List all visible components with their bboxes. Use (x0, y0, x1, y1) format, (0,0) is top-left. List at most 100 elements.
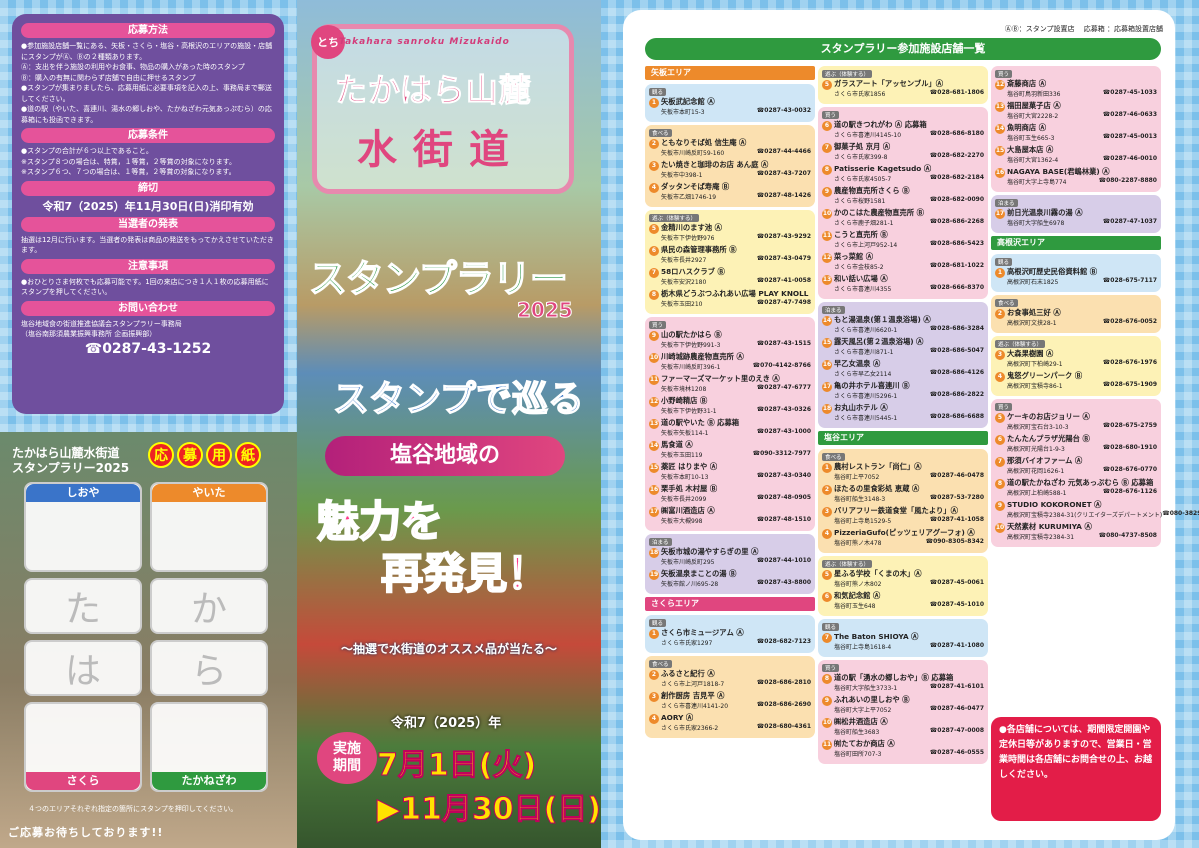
deadline-text: 令和7（2025）年11月30日(日)消印有効 (42, 199, 254, 213)
store-address-row: 矢板市長井2927 ☎0287-43-0479 (661, 255, 811, 264)
store-name: 高根沢町歴史民俗資料館 Ⓑ (1007, 267, 1098, 276)
store-entry: 6 県民の森管理事務所 Ⓑ 矢板市長井2927 ☎0287-43-0479 (649, 245, 811, 264)
store-address-row: 塩谷町上平7052 ☎0287-46-0478 (834, 472, 984, 481)
store-number: 8 (822, 674, 832, 684)
category-label: 食べる (649, 660, 672, 668)
store-phone: ☎028-686-4126 (929, 369, 984, 376)
store-entry: 14 もと湯温泉(第１温泉浴場) Ⓐ さくら市喜連川6620-1 ☎028-686-3… (822, 315, 984, 334)
category-group: 買う 8 道の駅「湧水の郷しおや」Ⓑ 応募箱 塩谷町大字船生3733-1 ☎0287-4… (818, 660, 988, 764)
store-address: 矢板市川崎反町295 (661, 559, 715, 566)
store-number: 10 (649, 353, 659, 363)
store-entry: 4 AORY Ⓐ さくら市氏家2366-2 ☎028-680-4361 (649, 713, 811, 732)
store-address: 高根沢町石末1825 (1007, 279, 1059, 286)
store-number: 15 (822, 338, 832, 348)
store-phone: ☎028-681-1806 (929, 89, 984, 96)
store-address: 塩谷町船生3148-3 (834, 496, 886, 503)
store-address: 矢板市中398-1 (661, 172, 703, 179)
store-name: バリアフリー鉄道食堂「風たより」Ⓐ (834, 506, 958, 515)
store-entry: 17 ㈱富川酒造店 Ⓐ 矢板市大槻998 ☎0287-48-1510 (649, 506, 811, 525)
store-name: 58ロハスクラブ Ⓑ (661, 267, 725, 276)
store-address: 塩谷町玉生648 (834, 603, 876, 610)
store-entry: 13 道の駅やいた Ⓑ 応募箱 矢板市矢板114-1 ☎0287-43-1000 (649, 418, 811, 437)
store-address-row: 矢板市大槻998 ☎0287-48-1510 (661, 516, 811, 525)
store-phone: ☎0287-46-0555 (929, 749, 984, 756)
store-phone: ☎028-681-1022 (929, 262, 984, 269)
store-address-row: さくら市氏家1297 ☎028-682-7123 (661, 638, 811, 647)
store-number: 6 (649, 246, 659, 256)
store-entry: 18 矢板市城の湯やすらぎの里 Ⓐ 矢板市川崎反町295 ☎0287-44-1010 (649, 547, 811, 566)
store-address: 矢板市本町10-13 (661, 474, 709, 481)
category-group: 食べる 2 ともなりそば処 信生庵 Ⓐ 矢板市川崎反町59-160 ☎0287-44-4… (645, 125, 815, 207)
store-entry: 1 農村レストラン「尚仁」Ⓐ 塩谷町上平7052 ☎0287-46-0478 (822, 462, 984, 481)
store-name: 天然素材 KURUMIYA Ⓐ (1007, 522, 1092, 531)
store-address: 矢板市下伊佐野976 (661, 235, 715, 242)
store-number: 2 (995, 309, 1005, 319)
info-text: 抽選は12月に行います。当選者の発表は商品の発送をもってかえさせていただきます。 (21, 235, 274, 255)
store-address-row: 高根沢町宝積寺86-1 ☎028-675-1909 (1007, 381, 1157, 390)
store-entry: 17 前日光温泉川霧の湯 Ⓐ 塩谷町大字船生6978 ☎0287-47-1037 (995, 208, 1157, 227)
store-name: 道の駅やいた Ⓑ 応募箱 (661, 418, 740, 427)
form-note: ４つのエリアそれぞれ指定の箇所にスタンプを押印してください。 (28, 805, 238, 813)
category-group: 遊ぶ（体験する） 5 金精川のます池 Ⓐ 矢板市下伊佐野976 ☎0287-43-929… (645, 210, 815, 314)
store-number: 2 (822, 485, 832, 495)
store-phone: ☎0287-48-1426 (756, 192, 811, 199)
form-title: たかはら山麓水街道 スタンプラリー2025 (12, 446, 130, 475)
store-address: さくら市喜連川5296-1 (834, 393, 898, 400)
category-group: 買う 12 斎藤商店 Ⓐ 塩谷町鳥羽新田336 ☎0287-45-1033 13 福田屋菓子… (991, 66, 1161, 192)
store-address-row: 矢板市中398-1 ☎0287-43-7207 (661, 170, 811, 179)
store-address: 高根沢町宝積寺2384-31(クリエイターズデパートメント) (1007, 512, 1163, 519)
store-address-row: 矢板市矢板114-1 ☎0287-43-1000 (661, 428, 811, 437)
store-address-row: さくら市喜連川4355 ☎028-666-8370 (834, 284, 984, 293)
headline-line2: 再発見！ (380, 548, 550, 599)
area-heading: 高根沢エリア (991, 236, 1161, 250)
store-address: さくら市喜連川6620-1 (834, 327, 898, 334)
store-entry: 2 ともなりそば処 信生庵 Ⓐ 矢板市川崎反町59-160 ☎0287-44-4466 (649, 138, 811, 157)
category-group: 遊ぶ（体験する） 3 大森果樹園 Ⓐ 高根沢町下柏崎29-1 ☎028-676-1976… (991, 336, 1161, 396)
store-address-row: 塩谷町大宮1362-4 ☎0287-46-0010 (1007, 155, 1157, 164)
store-address: 高根沢町花岡1626-1 (1007, 468, 1065, 475)
store-entry: 7 御菓子処 京月 Ⓐ さくら市氏家399-8 ☎028-682-2270 (822, 142, 984, 161)
store-address: さくら市氏家2366-2 (661, 725, 719, 732)
store-address: 塩谷町大字船生6978 (1007, 220, 1065, 227)
store-address: さくら市金枝85-2 (834, 264, 884, 271)
store-address: 塩谷町鳥羽新田336 (1007, 91, 1061, 98)
store-phone: ☎028-675-2759 (1102, 422, 1157, 429)
store-name: 早乙女温泉 Ⓐ (834, 359, 881, 368)
store-address: 矢板市境林1208 (661, 386, 707, 393)
store-entry: 13 和い話い広場 Ⓐ さくら市喜連川4355 ☎028-666-8370 (822, 274, 984, 293)
store-name: お食事処三好 Ⓐ (1007, 308, 1061, 317)
category-label: 食べる (995, 299, 1018, 307)
store-address: 塩谷町大字上寺島774 (1007, 179, 1067, 186)
store-name: 金精川のます池 Ⓐ (661, 223, 722, 232)
info-heading: お問い合わせ (21, 300, 275, 316)
store-entry: 13 福田屋菓子店 Ⓐ 塩谷町大宮2228-2 ☎0287-46-0633 (995, 101, 1157, 120)
lottery-subtitle: ～抽選で水街道のオススメ品が当たる～ (340, 642, 557, 656)
store-phone: ☎0287-47-0008 (929, 727, 984, 734)
store-entry: 2 お食事処三好 Ⓐ 高根沢町文挟28-1 ☎028-676-0052 (995, 308, 1157, 327)
store-address-row: さくら市上河戸1818-7 ☎028-686-2810 (661, 679, 811, 688)
store-phone: ☎028-686-2690 (756, 701, 811, 708)
store-entry: 16 栗手処 木村屋 Ⓑ 矢板市長井2099 ☎0287-48-0905 (649, 484, 811, 503)
store-number: 19 (649, 570, 659, 580)
stamp-box-ra: ら (150, 640, 268, 696)
store-address-row: 矢板市本町15-3 ☎0287-43-0032 (661, 107, 811, 116)
store-entry: 4 ダッタンそば寿庵 Ⓑ 矢板市乙畑1746-19 ☎0287-48-1426 (649, 182, 811, 201)
store-name: 矢板温泉まことの湯 Ⓑ (661, 569, 737, 578)
store-number: 11 (822, 740, 832, 750)
store-phone: ☎0287-48-1510 (756, 516, 811, 523)
store-number: 9 (822, 187, 832, 197)
store-phone: ☎0287-43-1515 (756, 340, 811, 347)
store-address-row: 塩谷町上寺島1618-4 ☎0287-41-1080 (834, 642, 984, 651)
store-phone: ☎028-686-5423 (929, 240, 984, 247)
store-name: 馬食道 Ⓐ (661, 440, 693, 449)
store-name: ふるさと紀行 Ⓐ (661, 669, 715, 678)
store-name: 薬匠 はりまや Ⓐ (661, 462, 718, 471)
store-address: さくら市喜連川4355 (834, 286, 892, 293)
store-entry: 9 農産物直売所さくら Ⓑ さくら市桜野1581 ☎028-682-0090 (822, 186, 984, 205)
store-address-row: 矢板市乙畑1746-19 ☎0287-48-1426 (661, 192, 811, 201)
store-address-row: 塩谷町玉生665-3 ☎0287-45-0013 (1007, 133, 1157, 142)
store-address-row: 矢板市下伊佐野31-1 ☎0287-43-0326 (661, 406, 811, 415)
store-number: 1 (649, 98, 659, 108)
store-address: 塩谷町大宮1362-4 (1007, 157, 1059, 164)
store-address-row: 塩谷町鳥羽新田336 ☎0287-45-1033 (1007, 89, 1157, 98)
